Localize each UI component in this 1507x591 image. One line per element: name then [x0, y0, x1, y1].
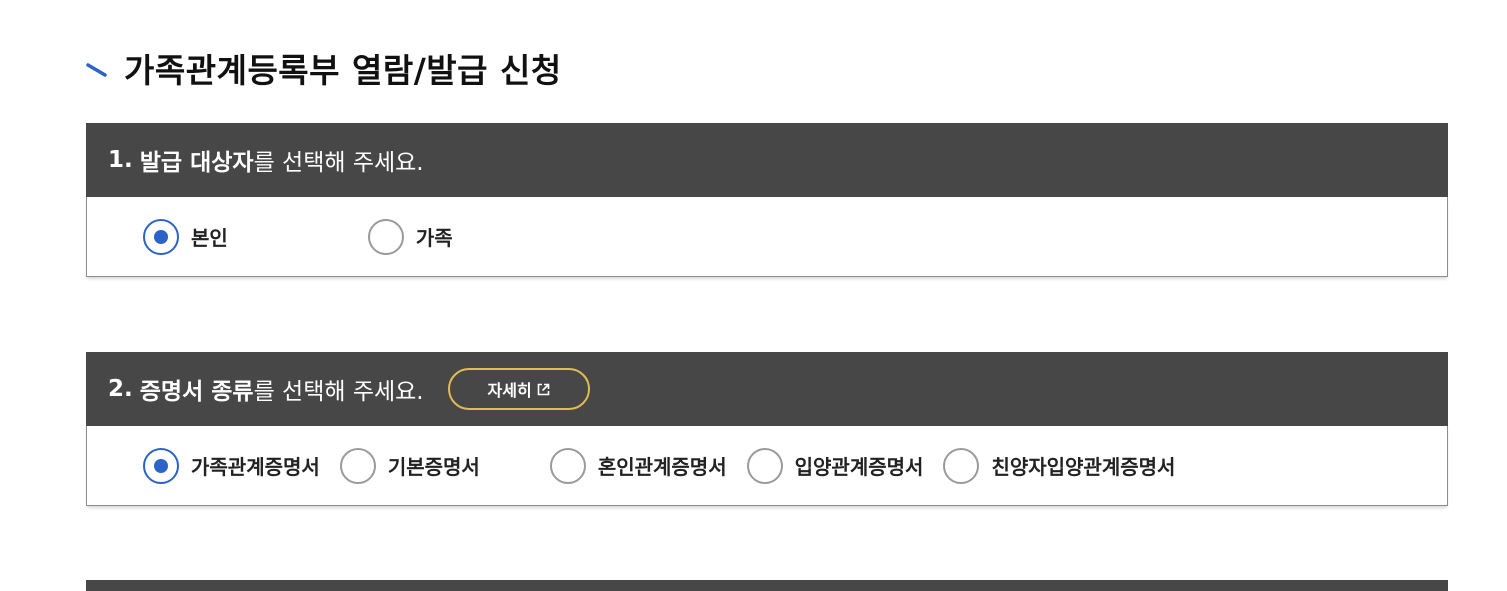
radio-label: 가족관계증명서: [191, 455, 320, 479]
section-target-person: 1. 발급 대상자 를 선택해 주세요. 본인 가족: [86, 123, 1448, 277]
radio-button[interactable]: [943, 447, 980, 484]
section-3-header-partial: [86, 580, 1448, 591]
radio-label: 기본증명서: [387, 455, 480, 479]
section-header: 1. 발급 대상자 를 선택해 주세요.: [86, 123, 1448, 197]
title-mark-icon: [86, 63, 107, 77]
section-title-strong: 증명서 종류: [139, 379, 254, 405]
external-link-icon: [537, 383, 550, 395]
radio-adoption-cert[interactable]: 입양관계증명서: [746, 444, 924, 488]
radio-self[interactable]: 본인: [143, 215, 228, 259]
detail-button-label: 자세히: [487, 381, 532, 400]
radio-selected-dot: [154, 458, 168, 473]
radio-button[interactable]: [143, 218, 179, 255]
section-title-rest: 를 선택해 주세요.: [253, 379, 424, 405]
section-certificate-type: 2. 증명서 종류 를 선택해 주세요. 자세히 가족관계증명서 기본증명서 혼…: [86, 352, 1448, 506]
radio-label: 입양관계증명서: [794, 455, 924, 479]
radio-marriage-cert[interactable]: 혼인관계증명서: [549, 444, 727, 488]
radio-button[interactable]: [367, 218, 404, 255]
radio-label: 혼인관계증명서: [597, 455, 727, 479]
radio-family-relation-cert[interactable]: 가족관계증명서: [143, 444, 320, 488]
section-title-rest: 를 선택해 주세요.: [253, 150, 424, 176]
radio-button[interactable]: [746, 447, 783, 484]
section-header: 2. 증명서 종류 를 선택해 주세요. 자세히: [86, 352, 1448, 426]
radio-group-certificate: 가족관계증명서 기본증명서 혼인관계증명서 입양관계증명서 친양자입양관계증명서: [86, 426, 1448, 506]
radio-full-adoption-cert[interactable]: 친양자입양관계증명서: [943, 444, 1175, 488]
radio-label: 본인: [191, 226, 228, 250]
radio-label: 친양자입양관계증명서: [991, 455, 1176, 479]
page-title: 가족관계등록부 열람/발급 신청: [124, 51, 562, 90]
radio-button[interactable]: [549, 447, 586, 484]
radio-group-target: 본인 가족: [86, 197, 1448, 277]
section-number: 2.: [108, 376, 133, 402]
page-title-area: 가족관계등록부 열람/발급 신청: [86, 44, 562, 92]
section-title-strong: 발급 대상자: [139, 150, 254, 176]
radio-label: 가족: [415, 226, 453, 250]
radio-basic-cert[interactable]: 기본증명서: [339, 444, 480, 488]
radio-selected-dot: [154, 229, 168, 244]
radio-family[interactable]: 가족: [367, 215, 453, 259]
radio-button[interactable]: [143, 447, 179, 484]
detail-button[interactable]: 자세히: [447, 368, 590, 410]
radio-button[interactable]: [339, 447, 376, 484]
section-number: 1.: [108, 147, 133, 173]
